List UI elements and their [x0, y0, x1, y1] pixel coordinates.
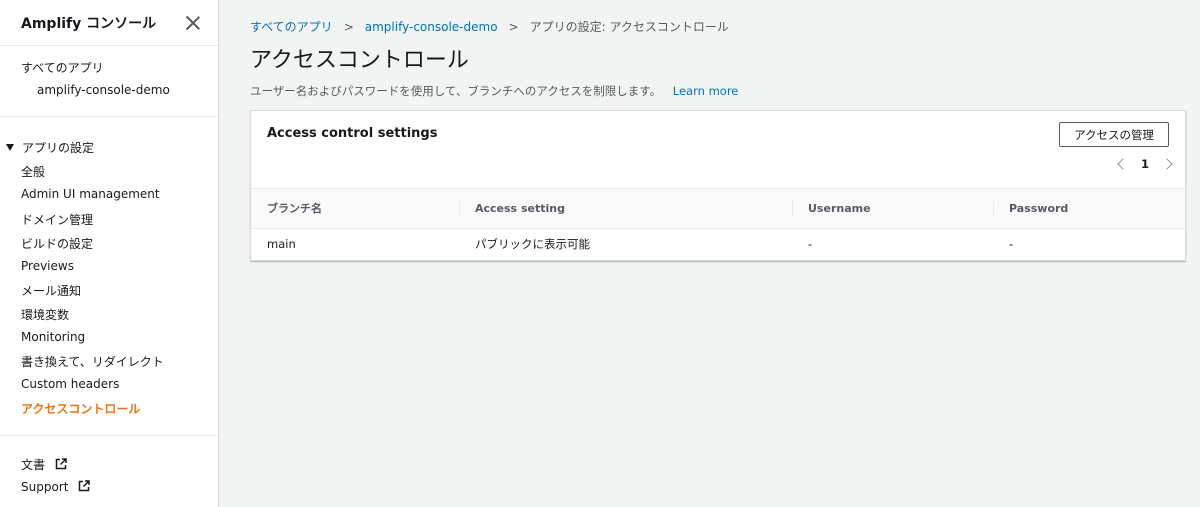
sidebar-item-admin-ui[interactable]: Admin UI management — [21, 187, 160, 201]
sidebar-docs-label: 文書 — [21, 458, 46, 472]
sidebar-divider — [0, 116, 218, 117]
learn-more-link[interactable]: Learn more — [673, 84, 739, 98]
table-header-row: ブランチ名 Access setting Username Password — [251, 189, 1185, 228]
page-description: ユーザー名およびパスワードを使用して、ブランチへのアクセスを制限します。 Lea… — [250, 83, 738, 99]
panel-title: Access control settings — [267, 126, 438, 141]
breadcrumb-current: アプリの設定: アクセスコントロール — [529, 20, 729, 34]
sidebar-all-apps-link[interactable]: すべてのアプリ — [21, 59, 104, 76]
sidebar-support-link[interactable]: Support — [21, 480, 91, 494]
chevron-left-icon[interactable] — [1117, 158, 1129, 170]
column-header-access-setting: Access setting — [459, 189, 792, 228]
column-header-password: Password — [993, 189, 1185, 228]
panel-header: Access control settings アクセスの管理 1 — [251, 111, 1185, 189]
cell-username: - — [808, 236, 813, 251]
chevron-right-icon[interactable] — [1161, 158, 1173, 170]
chevron-right-icon: > — [508, 19, 519, 34]
page-description-text: ユーザー名およびパスワードを使用して、ブランチへのアクセスを制限します。 — [250, 84, 662, 98]
sidebar-title[interactable]: Amplify コンソール — [21, 13, 156, 33]
table-row: main パブリックに表示可能 - - — [251, 228, 1185, 259]
breadcrumb: すべてのアプリ > amplify-console-demo > アプリの設定:… — [250, 18, 729, 35]
sidebar-item-monitoring[interactable]: Monitoring — [21, 330, 85, 344]
pagination: 1 — [1117, 157, 1173, 171]
column-header-branch: ブランチ名 — [267, 202, 322, 216]
access-control-table: ブランチ名 Access setting Username Password m… — [251, 189, 1185, 259]
close-icon[interactable] — [186, 16, 200, 30]
sidebar-item-rewrites[interactable]: 書き換えて、リダイレクト — [21, 353, 164, 370]
sidebar-app-link[interactable]: amplify-console-demo — [37, 83, 170, 97]
external-link-icon — [79, 480, 91, 492]
external-link-icon — [55, 458, 67, 470]
chevron-right-icon: > — [343, 19, 354, 34]
sidebar-item-previews[interactable]: Previews — [21, 259, 74, 273]
manage-access-button[interactable]: アクセスの管理 — [1059, 122, 1169, 147]
page-title: アクセスコントロール — [250, 48, 469, 73]
page-number[interactable]: 1 — [1141, 157, 1149, 171]
sidebar-section-app-settings[interactable]: アプリの設定 — [6, 139, 94, 156]
cell-password: - — [1009, 236, 1014, 251]
breadcrumb-app[interactable]: amplify-console-demo — [365, 20, 498, 34]
sidebar-header: Amplify コンソール — [0, 0, 218, 46]
side-navigation: Amplify コンソール すべてのアプリ amplify-console-de… — [0, 0, 219, 507]
sidebar-divider — [0, 435, 218, 436]
sidebar-item-access-control[interactable]: アクセスコントロール — [21, 400, 140, 417]
cell-access-setting: パブリックに表示可能 — [475, 236, 590, 251]
column-header-username: Username — [792, 189, 993, 228]
sidebar-item-general[interactable]: 全般 — [21, 163, 45, 180]
caret-down-icon — [6, 144, 14, 151]
breadcrumb-all-apps[interactable]: すべてのアプリ — [250, 18, 333, 35]
cell-branch: main — [267, 236, 296, 251]
sidebar-section-label: アプリの設定 — [22, 141, 95, 155]
sidebar-item-domain[interactable]: ドメイン管理 — [21, 211, 93, 228]
sidebar-docs-link[interactable]: 文書 — [21, 456, 67, 473]
sidebar-item-build-settings[interactable]: ビルドの設定 — [21, 235, 93, 252]
sidebar-item-notifications[interactable]: メール通知 — [21, 282, 81, 299]
sidebar-support-label: Support — [21, 480, 69, 494]
access-control-panel: Access control settings アクセスの管理 1 ブランチ名 … — [250, 110, 1186, 261]
sidebar-item-custom-headers[interactable]: Custom headers — [21, 377, 119, 391]
sidebar-item-env-vars[interactable]: 環境変数 — [21, 306, 69, 323]
